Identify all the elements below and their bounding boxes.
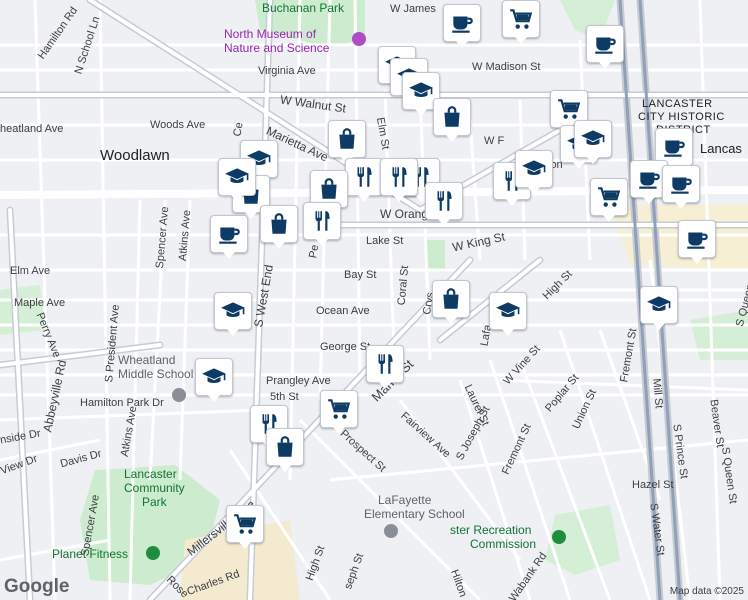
street-label: heatland Ave bbox=[0, 123, 64, 135]
woodlawn-label: Woodlawn bbox=[100, 147, 170, 164]
marker-shopping-bag[interactable] bbox=[433, 98, 471, 142]
street-label: W Madison St bbox=[472, 61, 541, 73]
school-icon bbox=[172, 388, 186, 402]
shopping-bag-icon bbox=[438, 286, 464, 312]
marker-school[interactable] bbox=[195, 358, 233, 402]
marker-school[interactable] bbox=[574, 120, 612, 164]
school-icon bbox=[495, 298, 521, 324]
school-icon bbox=[224, 164, 250, 190]
restaurant-icon bbox=[372, 351, 398, 377]
map-canvas[interactable]: Buchanan Park North Museum of Nature and… bbox=[0, 0, 748, 600]
street-label: Lake St bbox=[366, 235, 404, 247]
wheatland-label-2: Middle School bbox=[118, 367, 194, 381]
fitness-icon bbox=[146, 546, 160, 560]
shopping-bag-icon bbox=[439, 104, 465, 130]
school-icon bbox=[646, 292, 672, 318]
street-label: Hazel St bbox=[632, 479, 674, 491]
marker-restaurant[interactable] bbox=[366, 345, 404, 389]
google-logo: Google bbox=[4, 576, 70, 597]
community-park-label-1: Lancaster bbox=[124, 467, 177, 481]
marker-shopping-cart[interactable] bbox=[502, 0, 540, 44]
marker-shopping-cart[interactable] bbox=[320, 390, 358, 434]
coffee-icon bbox=[668, 171, 694, 197]
marker-restaurant[interactable] bbox=[303, 202, 341, 246]
marker-coffee[interactable] bbox=[586, 25, 624, 69]
buchanan-park-label: Buchanan Park bbox=[262, 1, 345, 15]
marker-shopping-cart[interactable] bbox=[226, 505, 264, 549]
district-label-1: LANCASTER bbox=[642, 98, 713, 110]
school-icon bbox=[220, 298, 246, 324]
street-label: W James bbox=[390, 3, 436, 15]
street-label: Pe bbox=[307, 243, 322, 260]
restaurant-icon bbox=[431, 188, 457, 214]
marker-restaurant[interactable] bbox=[380, 158, 418, 202]
restaurant-icon bbox=[309, 208, 335, 234]
shopping-cart-icon bbox=[508, 6, 534, 32]
restaurant-icon bbox=[351, 164, 377, 190]
shopping-bag-icon bbox=[266, 211, 292, 237]
north-museum-label-1: North Museum of bbox=[224, 27, 317, 41]
street-label: George St bbox=[320, 341, 371, 353]
community-park-label-2: Community bbox=[124, 481, 185, 495]
shopping-bag-icon bbox=[316, 176, 342, 202]
restaurant-icon bbox=[386, 164, 412, 190]
marker-school[interactable] bbox=[489, 292, 527, 336]
coffee-icon bbox=[636, 166, 662, 192]
wheatland-label-1: Wheatland bbox=[118, 353, 176, 367]
street-label: Prangley Ave bbox=[266, 375, 331, 387]
marker-coffee[interactable] bbox=[443, 4, 481, 48]
marker-school[interactable] bbox=[640, 286, 678, 330]
lafayette-label-2: Elementary School bbox=[364, 507, 465, 521]
shopping-cart-icon bbox=[596, 184, 622, 210]
recreation-label-1: ster Recreation bbox=[450, 523, 532, 537]
recreation-label-2: Commission bbox=[470, 537, 537, 551]
shopping-cart-icon bbox=[556, 96, 582, 122]
marker-coffee[interactable] bbox=[662, 165, 700, 209]
marker-restaurant[interactable] bbox=[425, 182, 463, 226]
school-icon bbox=[408, 78, 434, 104]
school-icon bbox=[201, 364, 227, 390]
coffee-icon bbox=[684, 226, 710, 252]
coffee-icon bbox=[216, 221, 242, 247]
street-label: W F bbox=[484, 135, 505, 147]
street-label: Woods Ave bbox=[150, 119, 206, 131]
marker-shopping-cart[interactable] bbox=[590, 178, 628, 222]
park-icon bbox=[552, 530, 566, 544]
lafayette-label-1: LaFayette bbox=[378, 493, 432, 507]
map-credit: Map data ©2025 bbox=[669, 586, 744, 597]
street-label: Elm Ave bbox=[10, 265, 51, 277]
marker-school[interactable] bbox=[218, 158, 256, 202]
marker-restaurant[interactable] bbox=[345, 158, 383, 202]
street-label: Bay St bbox=[344, 269, 377, 281]
marker-shopping-bag[interactable] bbox=[260, 205, 298, 249]
marker-shopping-bag[interactable] bbox=[432, 280, 470, 324]
shopping-bag-icon bbox=[334, 126, 360, 152]
street-label: Hamilton Park Dr bbox=[80, 397, 164, 409]
coffee-icon bbox=[449, 10, 475, 36]
district-label-2: CITY HISTORIC bbox=[638, 111, 725, 123]
marker-coffee[interactable] bbox=[210, 215, 248, 259]
north-museum-label-2: Nature and Science bbox=[224, 41, 330, 55]
street-label: Maple Ave bbox=[14, 297, 66, 309]
marker-school[interactable] bbox=[515, 150, 553, 194]
street-label: Virginia Ave bbox=[258, 65, 316, 77]
street-label: 5th St bbox=[270, 391, 299, 403]
marker-coffee[interactable] bbox=[678, 220, 716, 264]
museum-icon bbox=[352, 32, 366, 46]
street-label: Mill St bbox=[650, 378, 665, 409]
city-label: Lancas bbox=[700, 141, 742, 156]
school-icon bbox=[384, 524, 398, 538]
street-label: Ocean Ave bbox=[316, 305, 370, 317]
marker-school[interactable] bbox=[214, 292, 252, 336]
shopping-cart-icon bbox=[326, 396, 352, 422]
school-icon bbox=[580, 126, 606, 152]
school-icon bbox=[521, 156, 547, 182]
shopping-cart-icon bbox=[232, 511, 258, 537]
marker-shopping-bag[interactable] bbox=[328, 120, 366, 164]
community-park-label-3: Park bbox=[142, 495, 167, 509]
marker-shopping-bag[interactable] bbox=[266, 428, 304, 472]
shopping-bag-icon bbox=[272, 434, 298, 460]
coffee-icon bbox=[661, 134, 687, 160]
coffee-icon bbox=[592, 31, 618, 57]
